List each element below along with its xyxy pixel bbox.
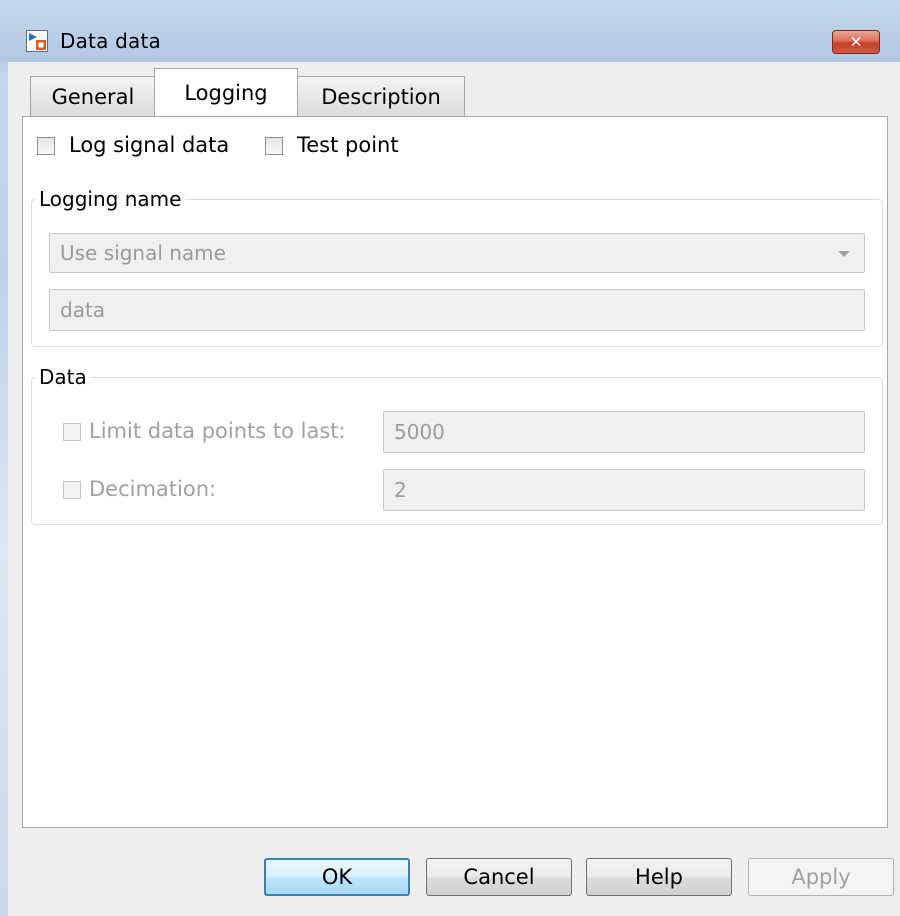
help-button-label: Help [635, 865, 683, 889]
test-point-checkbox[interactable] [265, 137, 283, 155]
cancel-button[interactable]: Cancel [426, 858, 572, 896]
decimation-label[interactable]: Decimation: [89, 477, 216, 501]
log-signal-data-label[interactable]: Log signal data [69, 133, 229, 157]
dialog-window: Data data ✕ General Logging Description … [0, 0, 900, 916]
tab-general-label: General [51, 84, 135, 109]
logging-name-mode-select[interactable]: Use signal name [49, 233, 865, 273]
decimation-input[interactable]: 2 [383, 469, 865, 511]
limit-data-points-checkbox[interactable] [63, 423, 81, 441]
apply-button[interactable]: Apply [748, 858, 894, 896]
decimation-value: 2 [394, 478, 407, 502]
data-group-title: Data [35, 365, 91, 389]
tab-general[interactable]: General [30, 76, 156, 116]
decimation-checkbox[interactable] [63, 481, 81, 499]
logging-name-mode-value: Use signal name [60, 241, 226, 265]
ok-button-label: OK [321, 865, 353, 889]
apply-button-label: Apply [791, 865, 851, 889]
tab-logging-label: Logging [184, 80, 268, 105]
log-signal-data-checkbox[interactable] [37, 137, 55, 155]
logging-name-group-title: Logging name [35, 187, 186, 211]
tab-logging[interactable]: Logging [154, 68, 298, 116]
logging-panel: Log signal data Test point Logging name … [22, 116, 888, 828]
help-button[interactable]: Help [586, 858, 732, 896]
ok-button[interactable]: OK [264, 858, 410, 896]
logging-name-value: data [60, 298, 106, 322]
cancel-button-label: Cancel [463, 865, 535, 889]
simulink-data-icon [26, 30, 48, 52]
tab-description[interactable]: Description [297, 76, 465, 116]
chevron-down-icon [838, 251, 850, 257]
tab-description-label: Description [321, 84, 441, 109]
close-button[interactable]: ✕ [832, 30, 880, 54]
window-title: Data data [60, 29, 161, 53]
limit-data-points-value: 5000 [394, 420, 445, 444]
limit-data-points-label[interactable]: Limit data points to last: [89, 419, 346, 443]
logging-name-input[interactable]: data [49, 289, 865, 331]
close-icon: ✕ [849, 32, 863, 51]
test-point-label[interactable]: Test point [297, 133, 399, 157]
limit-data-points-input[interactable]: 5000 [383, 411, 865, 453]
